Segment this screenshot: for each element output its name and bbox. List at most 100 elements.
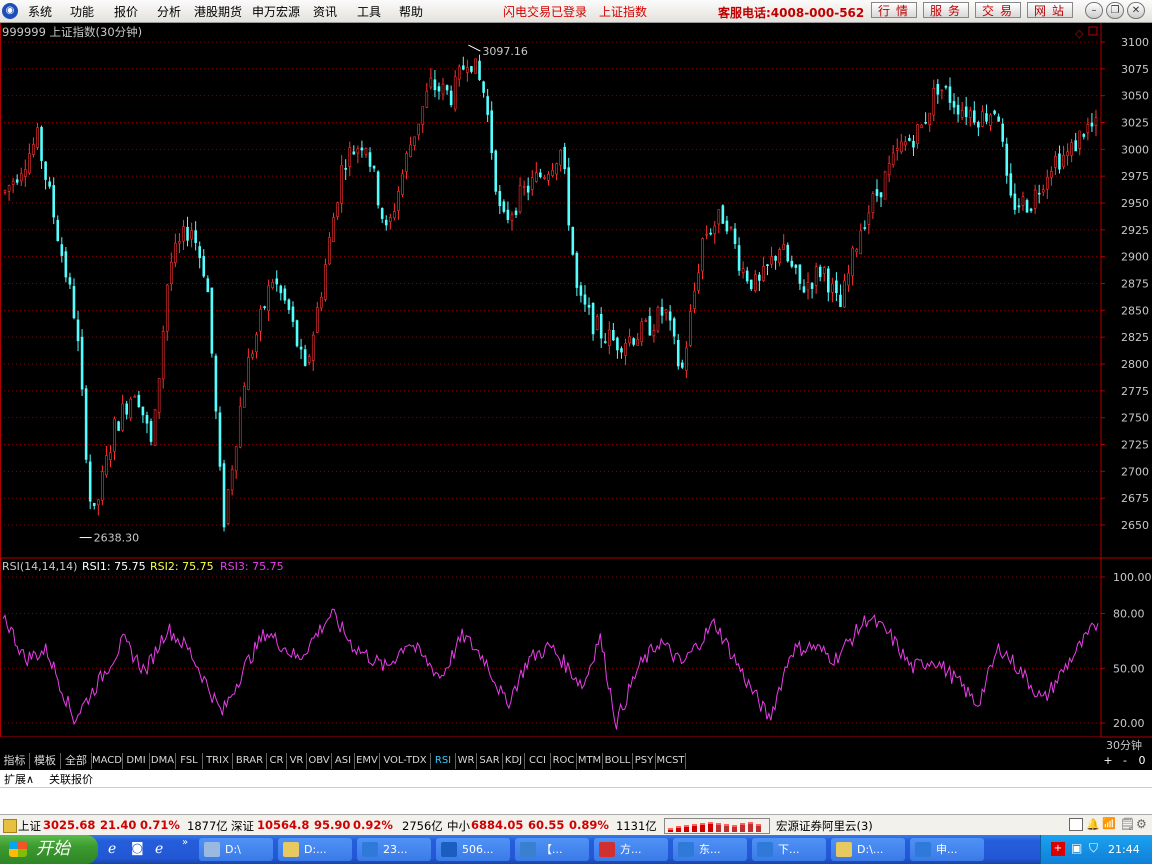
candle[interactable] xyxy=(952,93,956,115)
bell-icon[interactable]: 🔔 xyxy=(1086,818,1100,831)
candle[interactable] xyxy=(924,112,927,125)
menu-shenwan[interactable]: 申万宏源 xyxy=(252,3,300,20)
candle[interactable] xyxy=(575,251,579,297)
chart-diamond-icon[interactable]: ◇ xyxy=(1075,27,1084,40)
candle[interactable] xyxy=(441,77,445,101)
candle[interactable] xyxy=(936,79,940,104)
candle[interactable] xyxy=(660,298,664,324)
candle[interactable] xyxy=(178,233,181,254)
candle[interactable] xyxy=(563,142,566,175)
candle[interactable] xyxy=(449,85,453,108)
indicator-tab-kdj[interactable]: KDJ xyxy=(503,753,525,769)
candle[interactable] xyxy=(518,177,522,215)
taskbar-item[interactable]: 东... xyxy=(673,838,747,861)
candle[interactable] xyxy=(701,237,704,280)
ie-quicklaunch-icon[interactable]: ℯ xyxy=(108,841,116,857)
candle[interactable] xyxy=(478,54,481,81)
candle[interactable] xyxy=(397,186,400,220)
candle[interactable] xyxy=(72,278,76,320)
candle[interactable] xyxy=(749,279,753,292)
trade-button[interactable]: 交易 xyxy=(975,2,1021,18)
candle[interactable] xyxy=(336,201,339,220)
browser-quicklaunch-icon[interactable]: ℯ xyxy=(155,841,163,857)
candle[interactable] xyxy=(664,308,668,321)
candle[interactable] xyxy=(243,382,246,408)
candle[interactable] xyxy=(766,264,769,276)
indicator-tab-rsi[interactable]: RSI xyxy=(431,753,456,769)
candle[interactable] xyxy=(222,459,226,532)
candle[interactable] xyxy=(283,285,287,304)
indicator-tab-wr[interactable]: WR xyxy=(456,753,477,769)
taskbar-item[interactable]: 23... xyxy=(357,838,431,861)
candle[interactable] xyxy=(652,324,656,343)
candle[interactable] xyxy=(956,96,960,123)
candle[interactable] xyxy=(44,161,47,190)
candle[interactable] xyxy=(960,101,964,121)
candle[interactable] xyxy=(551,162,554,178)
candle[interactable] xyxy=(352,145,356,155)
candle[interactable] xyxy=(648,307,652,336)
candle[interactable] xyxy=(944,84,948,90)
candle[interactable] xyxy=(875,179,879,202)
candle[interactable] xyxy=(161,325,165,389)
candle[interactable] xyxy=(230,465,234,496)
indicator-tab-mtm[interactable]: MTM xyxy=(577,753,603,769)
candle[interactable] xyxy=(11,178,15,194)
candle[interactable] xyxy=(133,394,137,398)
candle[interactable] xyxy=(437,82,441,100)
indicator-tab--[interactable]: 指标 xyxy=(0,753,30,769)
candle[interactable] xyxy=(672,316,676,345)
candle[interactable] xyxy=(76,310,80,352)
candle[interactable] xyxy=(887,155,891,183)
candle[interactable] xyxy=(494,149,498,195)
candle[interactable] xyxy=(993,109,996,116)
candle[interactable] xyxy=(182,219,185,250)
candle[interactable] xyxy=(84,385,88,464)
indicator-tab-psy[interactable]: PSY xyxy=(633,753,656,769)
candle[interactable] xyxy=(251,350,254,360)
candle[interactable] xyxy=(165,283,169,341)
candle[interactable] xyxy=(311,331,315,371)
candle[interactable] xyxy=(506,201,510,224)
candle[interactable] xyxy=(583,285,587,313)
candle[interactable] xyxy=(145,411,149,434)
taskbar-item[interactable]: 下... xyxy=(752,838,826,861)
candle[interactable] xyxy=(676,334,680,370)
candle[interactable] xyxy=(421,106,425,133)
candle[interactable] xyxy=(433,70,437,98)
candle[interactable] xyxy=(587,297,591,315)
indicator-tab-mcst[interactable]: MCST xyxy=(656,753,686,769)
candle[interactable] xyxy=(1037,184,1041,204)
candle[interactable] xyxy=(214,353,218,420)
menu-function[interactable]: 功能 xyxy=(70,3,94,20)
candle[interactable] xyxy=(226,488,230,526)
candle[interactable] xyxy=(928,112,931,132)
candle[interactable] xyxy=(320,292,323,312)
candle[interactable] xyxy=(741,261,745,279)
candle[interactable] xyxy=(238,396,242,449)
candle[interactable] xyxy=(814,262,818,294)
taskbar-item[interactable]: D:\ xyxy=(199,838,273,861)
candle[interactable] xyxy=(900,133,903,155)
candle[interactable] xyxy=(713,220,717,244)
menu-tools[interactable]: 工具 xyxy=(357,3,381,20)
candle[interactable] xyxy=(1074,132,1077,152)
candle[interactable] xyxy=(137,390,141,408)
indicator-tab-fsl[interactable]: FSL xyxy=(176,753,203,769)
candle[interactable] xyxy=(916,123,919,149)
candle[interactable] xyxy=(247,348,250,390)
indicator-tab-obv[interactable]: OBV xyxy=(307,753,332,769)
menu-info[interactable]: 资讯 xyxy=(313,3,337,20)
candle[interactable] xyxy=(608,321,611,355)
candle[interactable] xyxy=(1046,169,1049,199)
candle[interactable] xyxy=(770,246,773,268)
candle[interactable] xyxy=(620,346,623,359)
candle[interactable] xyxy=(121,394,124,432)
candle[interactable] xyxy=(364,147,368,158)
candle[interactable] xyxy=(709,228,712,236)
candle[interactable] xyxy=(52,177,55,225)
candle[interactable] xyxy=(36,122,39,150)
indicator-tab-dma[interactable]: DMA xyxy=(150,753,176,769)
candle[interactable] xyxy=(101,465,104,506)
candle[interactable] xyxy=(324,258,327,302)
